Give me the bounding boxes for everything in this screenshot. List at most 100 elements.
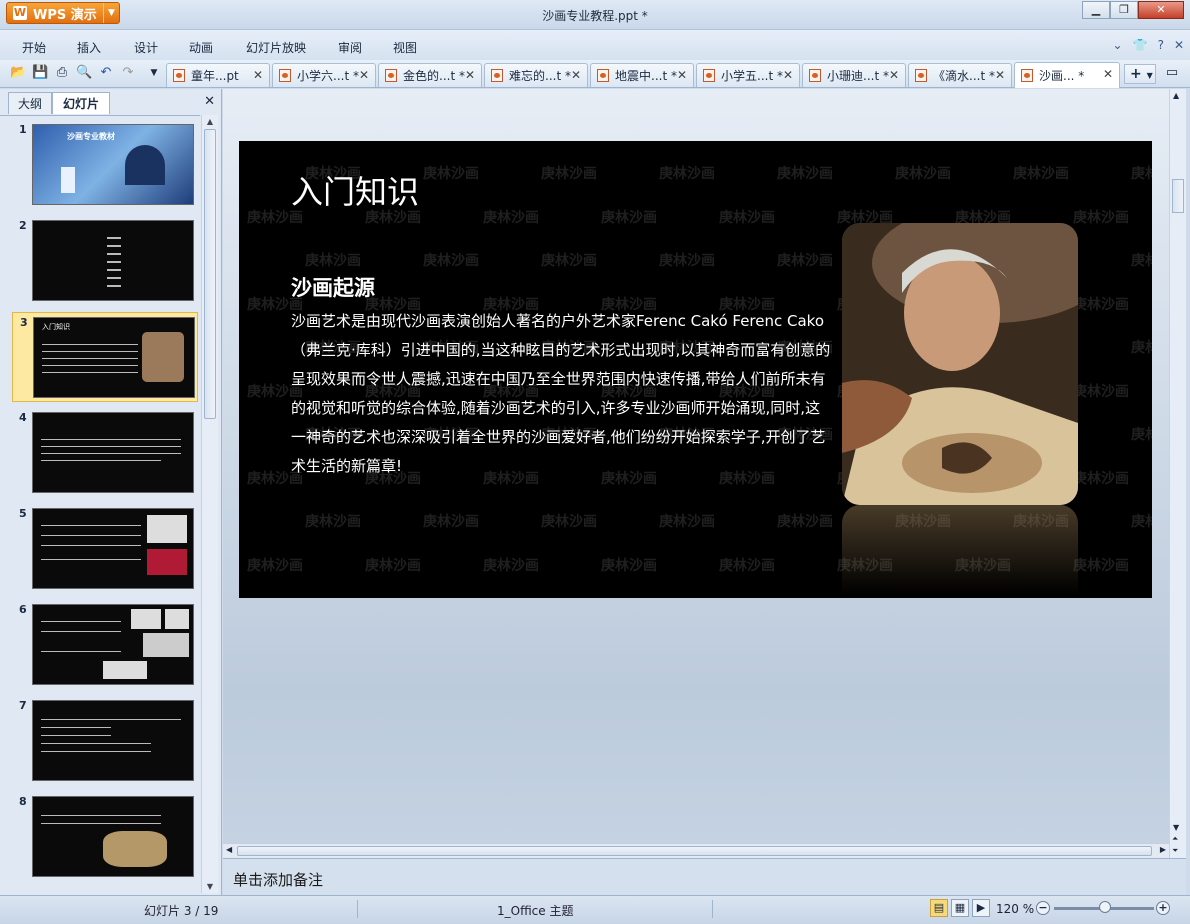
ppt-file-icon — [173, 69, 185, 82]
slide-heading[interactable]: 沙画起源 — [291, 272, 375, 302]
slides-panel: 大纲 幻灯片 ✕ 1 沙画专业教材 2 3 入门知识 4 5 6 7 8 ▲ ▼ — [0, 89, 222, 895]
scroll-right-icon[interactable]: ▶ — [1160, 845, 1166, 854]
slide-body-text[interactable]: 沙画艺术是由现代沙画表演创始人著名的户外艺术家Ferenc Cakó Feren… — [291, 307, 831, 481]
skin-icon[interactable]: 👕 — [1133, 38, 1148, 52]
zoom-out-button[interactable]: − — [1036, 901, 1050, 915]
scroll-up-icon[interactable]: ▲ — [1173, 91, 1179, 100]
vertical-scrollbar[interactable]: ▲ ▼ ⏶ ⏷ — [1169, 89, 1186, 858]
photo-reflection — [842, 505, 1078, 595]
close-tab-icon[interactable]: ✕ — [677, 68, 687, 82]
slide-editing-area: 庚林沙画庚林沙画庚林沙画庚林沙画庚林沙画庚林沙画庚林沙画庚林沙画庚林沙画庚林沙画… — [223, 89, 1169, 843]
tab-slides[interactable]: 幻灯片 — [52, 92, 110, 114]
redo-icon[interactable]: ↷ — [120, 65, 136, 81]
slide-thumbnail-8[interactable]: 8 — [12, 792, 198, 882]
doc-tab-active[interactable]: 沙画... * ✕ — [1014, 62, 1120, 88]
slide-thumbnail-1[interactable]: 1 沙画专业教材 — [12, 120, 198, 210]
doc-tab-7[interactable]: 小珊迪...t * ✕ — [802, 63, 906, 87]
slide-thumbnail-4[interactable]: 4 — [12, 408, 198, 498]
watermark-text: 庚林沙画 — [1131, 514, 1152, 530]
print-icon[interactable]: ⎙ — [54, 65, 70, 81]
toolbar-dropdown-icon[interactable]: ▼ — [146, 65, 162, 81]
thumbnail-scrollbar[interactable]: ▲ ▼ — [201, 115, 218, 893]
doc-tab-3[interactable]: 金色的...t * ✕ — [378, 63, 482, 87]
watermark-text: 庚林沙画 — [483, 209, 539, 226]
menu-design[interactable]: 设计 — [134, 39, 158, 56]
menu-review[interactable]: 审阅 — [338, 39, 362, 56]
menu-view[interactable]: 视图 — [393, 39, 417, 56]
horizontal-scrollbar[interactable]: ◀ ▶ — [223, 843, 1169, 858]
doc-tab-1[interactable]: 童年...pt ✕ — [166, 63, 270, 87]
watermark-text: 庚林沙画 — [601, 557, 657, 574]
slide-thumbnail-7[interactable]: 7 — [12, 696, 198, 786]
close-tab-icon[interactable]: ✕ — [571, 68, 581, 82]
next-slide-icon[interactable]: ⏷ — [1172, 846, 1178, 856]
sand-artist-illustration — [842, 223, 1078, 505]
slide-thumbnail-list: 1 沙画专业教材 2 3 入门知识 4 5 6 7 8 — [0, 115, 200, 893]
watermark-text: 庚林沙画 — [777, 166, 833, 182]
help-icon[interactable]: ? — [1158, 38, 1164, 52]
zoom-in-button[interactable]: + — [1156, 901, 1170, 915]
watermark-text: 庚林沙画 — [1073, 296, 1129, 313]
doc-tab-8[interactable]: 《滴水...t * ✕ — [908, 63, 1012, 87]
scroll-left-icon[interactable]: ◀ — [226, 845, 232, 854]
notes-pane[interactable]: 单击添加备注 — [223, 858, 1186, 895]
maximize-button[interactable]: ❐ — [1110, 1, 1138, 19]
watermark-text: 庚林沙画 — [1073, 470, 1129, 487]
menu-home[interactable]: 开始 — [22, 39, 46, 56]
normal-view-button[interactable]: ▤ — [930, 899, 948, 917]
scrollbar-thumb[interactable] — [1172, 179, 1184, 213]
close-doc-icon[interactable]: ✕ — [1174, 38, 1184, 52]
menu-bar: 开始 插入 设计 动画 幻灯片放映 审阅 视图 ⌄ 👕 ? ✕ — [0, 30, 1190, 60]
watermark-text: 庚林沙画 — [719, 209, 775, 226]
prev-slide-icon[interactable]: ⏶ — [1172, 834, 1178, 844]
minimize-button[interactable]: ▁ — [1082, 1, 1110, 19]
slide-title[interactable]: 入门知识 — [291, 167, 419, 213]
scrollbar-thumb[interactable] — [204, 129, 216, 419]
watermark-text: 庚林沙画 — [1073, 557, 1129, 574]
undo-icon[interactable]: ↶ — [98, 65, 114, 81]
doc-tab-5[interactable]: 地震中...t * ✕ — [590, 63, 694, 87]
sorter-view-button[interactable]: ▦ — [951, 899, 969, 917]
slide-thumbnail-3[interactable]: 3 入门知识 — [12, 312, 198, 402]
scrollbar-thumb[interactable] — [237, 846, 1152, 856]
title-bar: W WPS 演示 ▼ 沙画专业教程.ppt * ▁ ❐ ✕ — [0, 0, 1190, 30]
print-preview-icon[interactable]: 🔍 — [76, 65, 92, 81]
status-bar: 幻灯片 3 / 19 1_Office 主题 ▤ ▦ ▶ 120 % − + — [0, 895, 1190, 924]
scroll-down-icon[interactable]: ▼ — [202, 882, 218, 891]
slide-thumbnail-6[interactable]: 6 — [12, 600, 198, 690]
close-tab-icon[interactable]: ✕ — [889, 68, 899, 82]
save-icon[interactable]: 💾 — [32, 65, 48, 81]
tab-list-icon[interactable]: ▭ — [1164, 65, 1180, 81]
doc-tab-4[interactable]: 难忘的...t * ✕ — [484, 63, 588, 87]
zoom-slider-knob[interactable] — [1099, 901, 1111, 913]
close-tab-icon[interactable]: ✕ — [995, 68, 1005, 82]
ppt-file-icon — [1021, 69, 1033, 82]
menu-animation[interactable]: 动画 — [189, 39, 213, 56]
menu-insert[interactable]: 插入 — [77, 39, 101, 56]
scroll-down-icon[interactable]: ▼ — [1173, 823, 1179, 832]
chevron-down-icon[interactable]: ⌄ — [1113, 38, 1123, 52]
doc-tab-2[interactable]: 小学六...t * ✕ — [272, 63, 376, 87]
close-tab-icon[interactable]: ✕ — [253, 68, 263, 82]
slideshow-view-button[interactable]: ▶ — [972, 899, 990, 917]
current-slide[interactable]: 庚林沙画庚林沙画庚林沙画庚林沙画庚林沙画庚林沙画庚林沙画庚林沙画庚林沙画庚林沙画… — [239, 141, 1152, 598]
open-folder-icon[interactable]: 📂 — [10, 65, 26, 81]
close-window-button[interactable]: ✕ — [1138, 1, 1184, 19]
watermark-text: 庚林沙画 — [541, 166, 597, 182]
slide-thumbnail-2[interactable]: 2 — [12, 216, 198, 306]
ppt-file-icon — [915, 69, 927, 82]
watermark-text: 庚林沙画 — [659, 514, 715, 530]
close-tab-icon[interactable]: ✕ — [359, 68, 369, 82]
menu-slideshow[interactable]: 幻灯片放映 — [246, 39, 306, 56]
close-tab-icon[interactable]: ✕ — [1103, 67, 1113, 81]
watermark-text: 庚林沙画 — [1073, 383, 1129, 400]
new-tab-button[interactable]: + ▼ — [1124, 64, 1156, 84]
close-tab-icon[interactable]: ✕ — [783, 68, 793, 82]
close-panel-icon[interactable]: ✕ — [204, 94, 215, 109]
tab-outline[interactable]: 大纲 — [8, 92, 52, 114]
doc-tab-6[interactable]: 小学五...t * ✕ — [696, 63, 800, 87]
sand-artist-photo[interactable] — [842, 223, 1078, 505]
close-tab-icon[interactable]: ✕ — [465, 68, 475, 82]
scroll-up-icon[interactable]: ▲ — [202, 117, 218, 126]
slide-thumbnail-5[interactable]: 5 — [12, 504, 198, 594]
